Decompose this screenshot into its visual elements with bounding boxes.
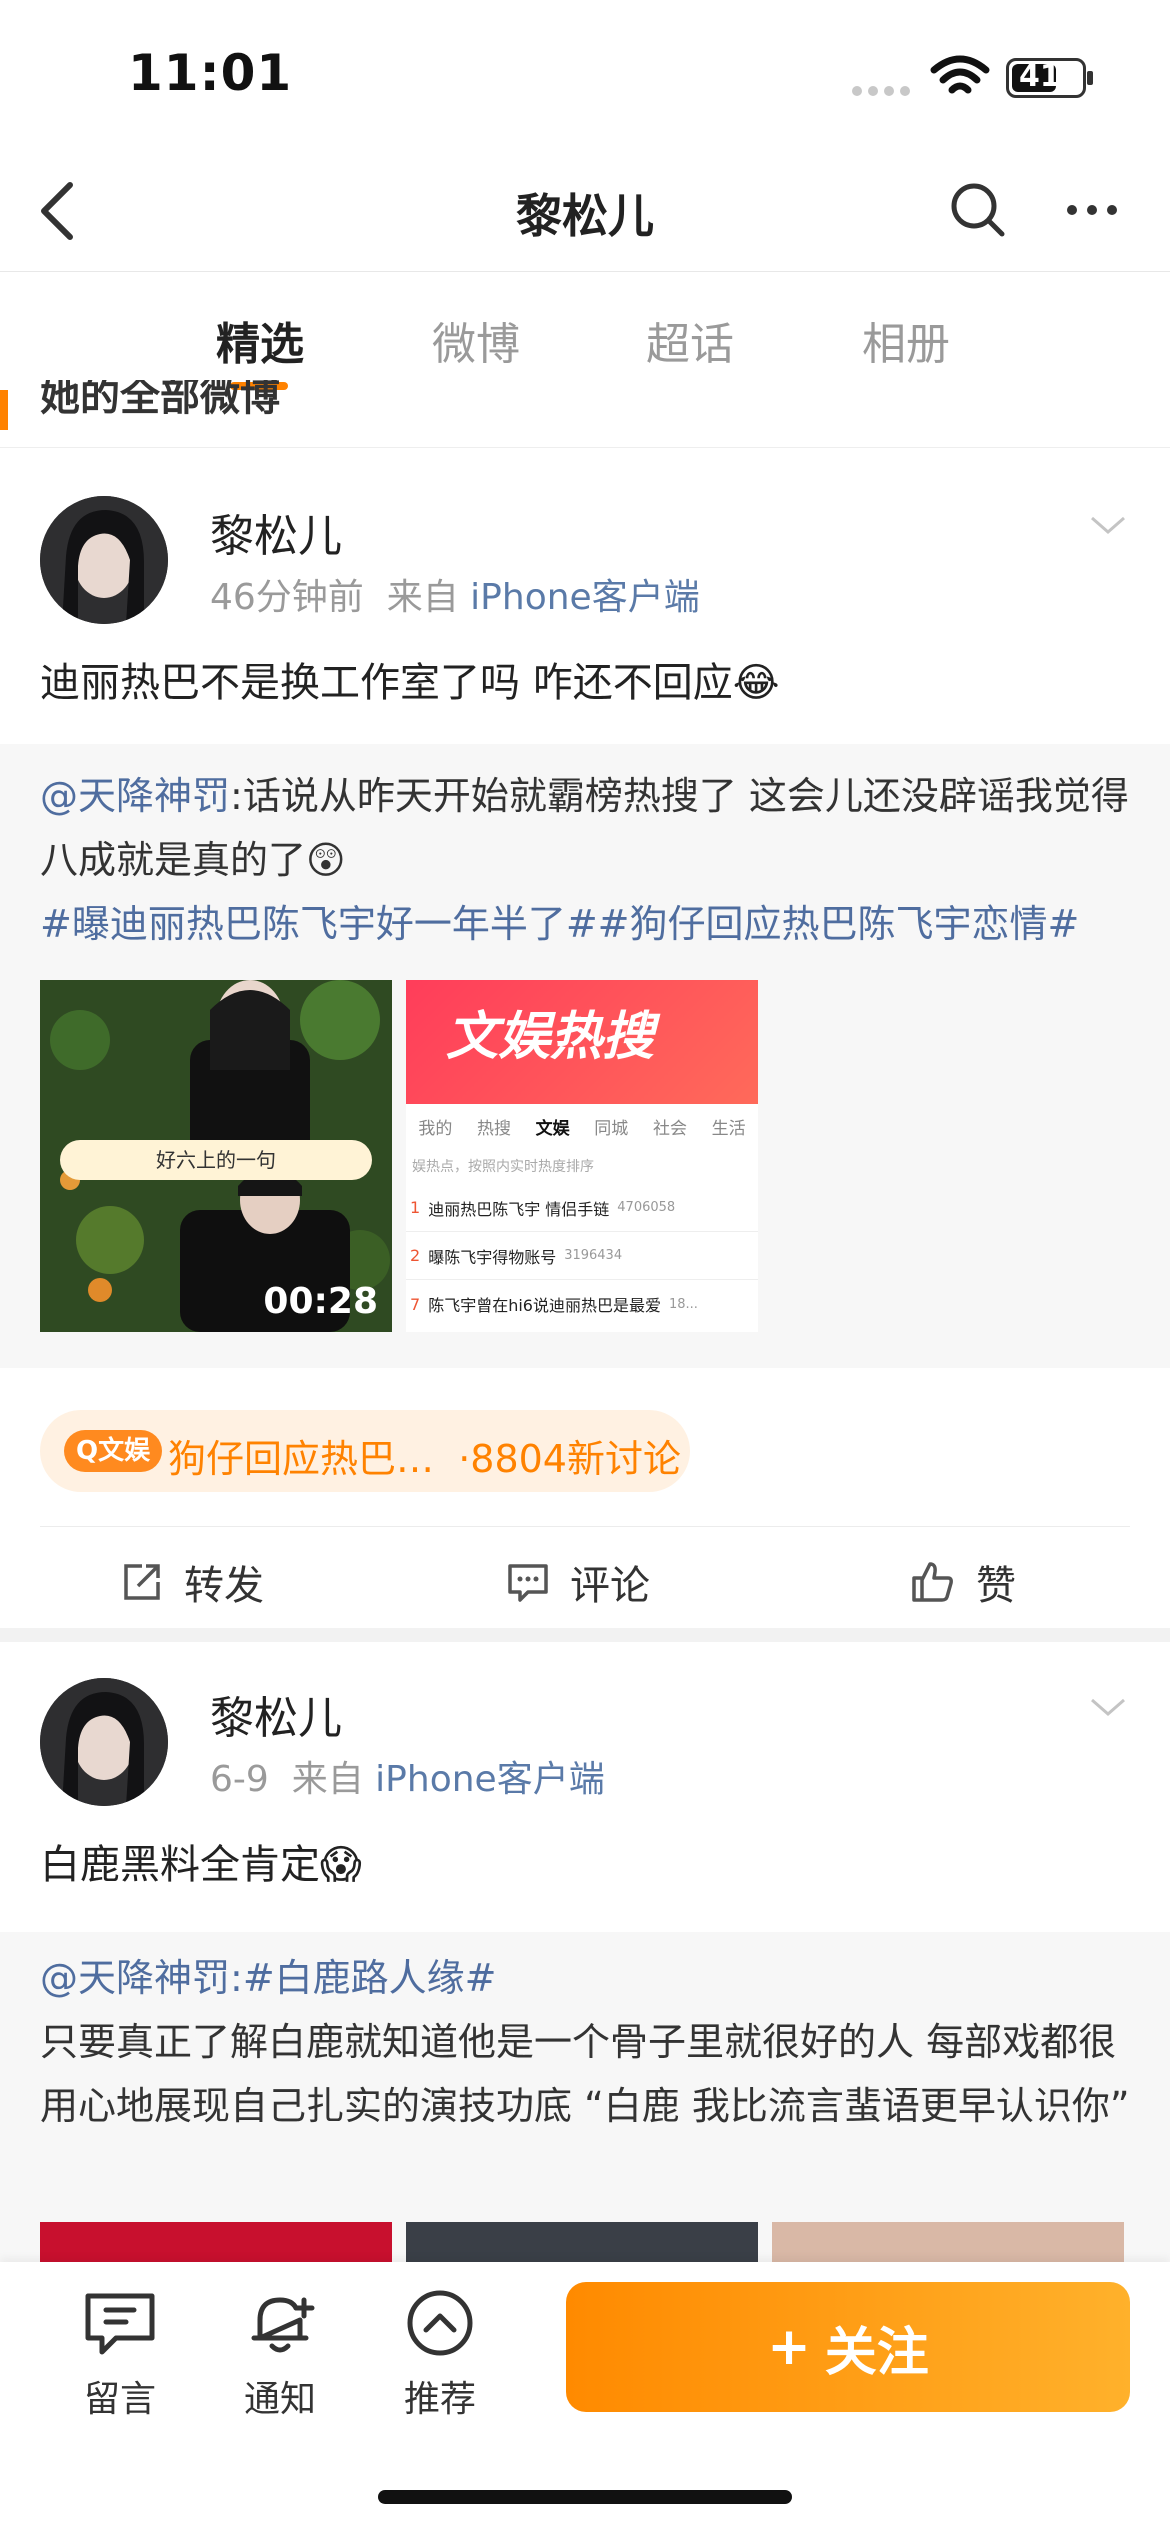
battery-icon: 41 (1006, 58, 1093, 98)
battery-level: 41 (1019, 59, 1061, 94)
like-label: 赞 (976, 1563, 1016, 1609)
post-time: 46分钟前 (210, 577, 364, 618)
image-thumbnail[interactable] (772, 2222, 1124, 2262)
chevron-down-icon[interactable] (1088, 1696, 1128, 1720)
image-banner-text: 文娱热搜 (446, 1007, 655, 1067)
topic-pill[interactable]: Q文娱 狗仔回应热巴… ·8804新讨论 (40, 1410, 690, 1492)
repost-hashtag[interactable]: :#白鹿路人缘# (230, 1956, 496, 2000)
image-thumbnail[interactable] (406, 2222, 758, 2262)
comment-button[interactable]: 评论 (506, 1553, 650, 1611)
repost-block[interactable]: @天降神罚:#白鹿路人缘# 只要真正了解白鹿就知道他是一个骨子里就很好的人 每部… (0, 1932, 1170, 2262)
message-button[interactable]: 留言 (60, 2288, 180, 2422)
post-from: 来自 (386, 577, 459, 618)
share-icon (124, 1564, 160, 1600)
post-meta: 46分钟前 来自 iPhone客户端 (210, 568, 700, 620)
follow-label: 关注 (824, 2322, 929, 2383)
chevron-down-icon[interactable] (1088, 514, 1128, 538)
image-note: 娱热点，按照内实时热度排序 (412, 1159, 594, 1175)
image-rows: 1 迪丽热巴陈飞宇 情侣手链 4706058 2 曝陈飞宇得物账号 319643… (406, 1184, 758, 1328)
chevron-up-circle-icon (407, 2290, 473, 2356)
search-icon[interactable] (948, 180, 1008, 240)
recommend-label: 推荐 (403, 2379, 476, 2420)
repost-label: 转发 (184, 1563, 264, 1609)
section-header: 她的全部微博 (0, 380, 1170, 448)
repost-mention[interactable]: @天降神罚 (40, 774, 230, 818)
post-source[interactable]: iPhone客户端 (470, 577, 700, 618)
more-icon[interactable] (1062, 200, 1122, 220)
notify-label: 通知 (243, 2379, 316, 2420)
avatar[interactable] (40, 1678, 168, 1806)
topic-count: ·8804新讨论 (458, 1437, 681, 1481)
post-meta: 6-9 来自 iPhone客户端 (210, 1750, 605, 1802)
video-thumbnail[interactable]: 好六上的一句 00:28 (40, 980, 392, 1332)
bottom-bar: 留言 通知 推荐 + 关注 (0, 2262, 1170, 2532)
status-time: 11:01 (128, 44, 293, 102)
post-source[interactable]: iPhone客户端 (375, 1759, 605, 1800)
comment-icon (508, 1564, 548, 1602)
repost-hashtags[interactable]: #曝迪丽热巴陈飞宇好一年半了##狗仔回应热巴陈飞宇恋情# (40, 902, 1079, 946)
repost-button[interactable]: 转发 (120, 1553, 264, 1611)
post-username[interactable]: 黎松儿 (210, 500, 342, 564)
comment-label: 评论 (570, 1563, 650, 1609)
plus-icon: + (767, 2317, 811, 2377)
repost-text: @天降神罚:#白鹿路人缘# 只要真正了解白鹿就知道他是一个骨子里就很好的人 每部… (40, 1946, 1130, 2138)
image-tabs: 我的 热搜 文娱 同城 社会 生活 (418, 1119, 746, 1139)
post-time: 6-9 (210, 1759, 269, 1800)
topic-badge: Q文娱 (64, 1430, 163, 1472)
like-button[interactable]: 赞 (910, 1553, 1016, 1611)
repost-mention[interactable]: @天降神罚 (40, 1956, 230, 2000)
post-divider (0, 1628, 1170, 1642)
post-from: 来自 (291, 1759, 364, 1800)
status-bar: 11:01 41 (0, 0, 1170, 150)
image-thumbnail[interactable]: 文娱热搜 我的 热搜 文娱 同城 社会 生活 娱热点，按照内实时热度排序 1 迪… (406, 980, 758, 1332)
thumbs-up-icon (912, 1562, 953, 1602)
tab-weibo[interactable]: 微博 (432, 308, 520, 372)
post-card: 黎松儿 6-9 来自 iPhone客户端 白鹿黑料全肯定😱 @天降神罚:#白鹿路… (0, 1642, 1170, 2262)
repost-text: @天降神罚:话说从昨天开始就霸榜热搜了 这会儿还没辟谣我觉得八成就是真的了😲 #… (40, 764, 1130, 956)
post-text: 迪丽热巴不是换工作室了吗 咋还不回应😂 (40, 660, 780, 706)
follow-button[interactable]: + 关注 (566, 2282, 1130, 2412)
repost-body: 只要真正了解白鹿就知道他是一个骨子里就很好的人 每部戏都很用心地展现自己扎实的演… (40, 2020, 1130, 2128)
tab-super-topic[interactable]: 超话 (646, 308, 734, 372)
message-label: 留言 (83, 2379, 156, 2420)
post-actions: 转发 评论 赞 (40, 1526, 1130, 1636)
wifi-icon (930, 55, 990, 94)
avatar[interactable] (40, 496, 168, 624)
home-indicator[interactable] (378, 2490, 792, 2504)
topic-text: 狗仔回应热巴… ·8804新讨论 (168, 1437, 681, 1481)
post-card: 黎松儿 46分钟前 来自 iPhone客户端 迪丽热巴不是换工作室了吗 咋还不回… (0, 450, 1170, 1628)
message-icon (85, 2293, 155, 2355)
video-duration: 00:28 (263, 1281, 378, 1322)
post-text: 白鹿黑料全肯定😱 (40, 1842, 362, 1888)
cellular-signal-icon (852, 86, 910, 96)
notify-button[interactable]: 通知 (220, 2288, 340, 2422)
recommend-button[interactable]: 推荐 (380, 2288, 500, 2422)
video-caption: 好六上的一句 (156, 1148, 276, 1172)
section-title: 她的全部微博 (40, 380, 280, 420)
tab-album[interactable]: 相册 (862, 308, 950, 372)
image-thumbnail[interactable] (40, 2222, 392, 2262)
tab-featured[interactable]: 精选 (216, 308, 304, 372)
post-username[interactable]: 黎松儿 (210, 1682, 342, 1746)
nav-bar: 黎松儿 (0, 150, 1170, 272)
repost-block[interactable]: @天降神罚:话说从昨天开始就霸榜热搜了 这会儿还没辟谣我觉得八成就是真的了😲 #… (0, 744, 1170, 1368)
bell-plus-icon (251, 2297, 315, 2353)
